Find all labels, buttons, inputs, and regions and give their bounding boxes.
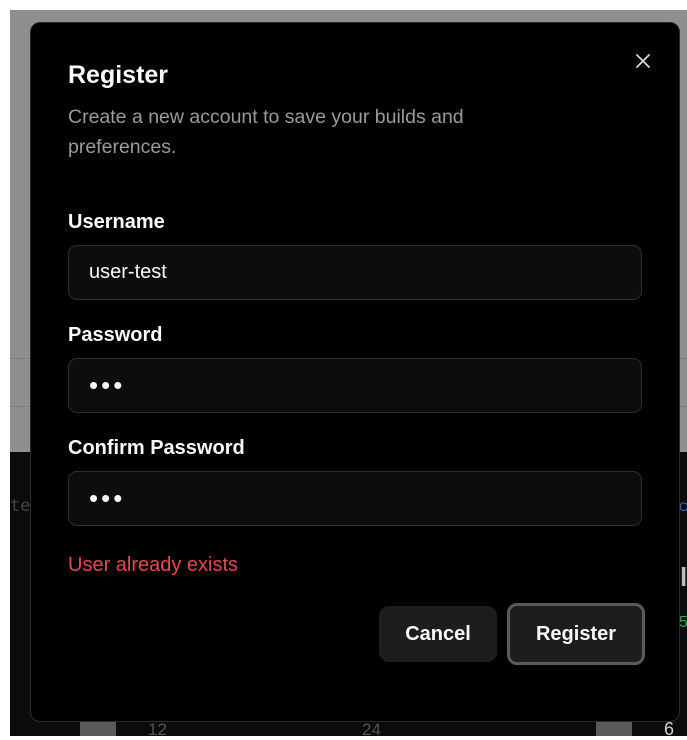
background-block <box>80 722 116 736</box>
username-field[interactable] <box>68 245 642 300</box>
background-tick: 24 <box>362 720 381 739</box>
cancel-button[interactable]: Cancel <box>379 606 497 662</box>
background-text: 5 <box>679 614 687 631</box>
background-block <box>596 722 632 736</box>
close-button[interactable] <box>629 47 657 75</box>
background-text: l <box>680 562 687 592</box>
register-dialog: Register Create a new account to save yo… <box>30 22 680 722</box>
password-field[interactable] <box>68 358 642 413</box>
password-label: Password <box>68 324 163 346</box>
confirm-password-label: Confirm Password <box>68 437 245 459</box>
error-message: User already exists <box>68 554 239 576</box>
background-tick: 6 <box>664 719 675 739</box>
confirm-password-field[interactable] <box>68 471 642 526</box>
background-tick: 12 <box>148 720 167 739</box>
close-icon <box>636 54 650 68</box>
background-text: te <box>10 496 31 516</box>
register-button[interactable]: Register <box>507 603 645 665</box>
background-text: C <box>679 500 687 514</box>
dialog-title: Register <box>68 61 169 89</box>
username-label: Username <box>68 211 165 233</box>
dialog-subtitle: Create a new account to save your builds… <box>68 106 464 158</box>
